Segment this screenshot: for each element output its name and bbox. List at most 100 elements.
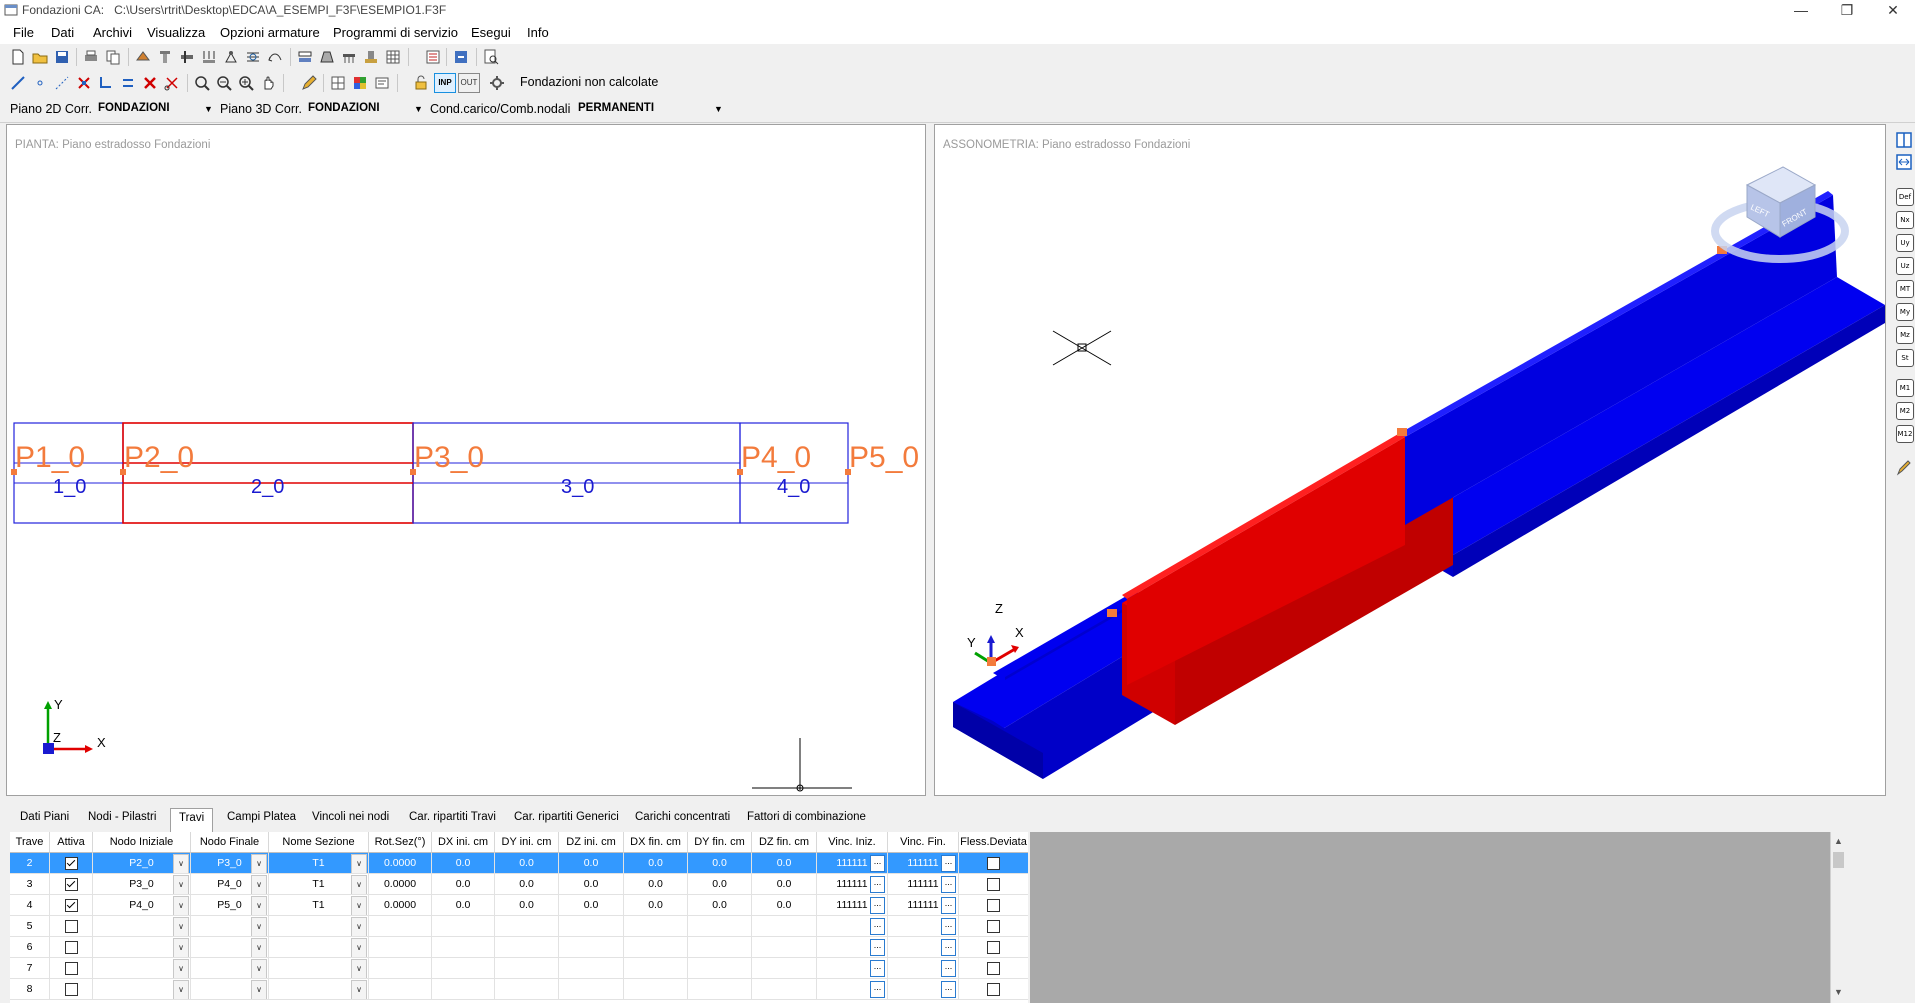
polyline-icon[interactable] (53, 74, 71, 92)
delete-node-icon[interactable] (75, 74, 93, 92)
diagram-nx-button[interactable]: Nx (1896, 211, 1914, 229)
col-header-dx-ini[interactable]: DX ini. cm (432, 832, 495, 853)
inp-button[interactable]: INP (434, 73, 456, 93)
load-condition-select[interactable]: PERMANENTI (578, 102, 654, 114)
ellipsis-button[interactable]: ... (941, 939, 956, 956)
diagram-m12-button[interactable]: M12 (1896, 425, 1914, 443)
cell-trave[interactable]: 6 (10, 937, 50, 958)
delete-icon[interactable] (141, 74, 159, 92)
tab-carichi-concentrati[interactable]: Carichi concentrati (635, 811, 730, 823)
cell-nodo_ini[interactable]: ∨ (93, 958, 191, 979)
zoom-window-icon[interactable] (193, 74, 211, 92)
cell-fd[interactable] (959, 937, 1028, 958)
cell-dxi[interactable] (432, 958, 495, 979)
chevron-down-icon[interactable]: ∨ (251, 938, 267, 957)
cell-trave[interactable]: 8 (10, 979, 50, 1000)
stiffness-icon[interactable] (244, 48, 262, 66)
fless-deviata-checkbox[interactable] (987, 940, 1000, 954)
load-dropdown-icon[interactable]: ▼ (714, 104, 723, 114)
section-icon[interactable] (296, 48, 314, 66)
minimize-button[interactable]: — (1778, 0, 1824, 22)
tab-dati-piani[interactable]: Dati Piani (20, 811, 69, 823)
col-header-nodo-iniziale[interactable]: Nodo Iniziale (93, 832, 191, 853)
cell-dzi[interactable]: 0.0 (559, 853, 624, 874)
menu-programmi-servizio[interactable]: Programmi di servizio (333, 25, 458, 40)
scroll-thumb[interactable] (1833, 852, 1844, 868)
plan-view[interactable]: PIANTA: Piano estradosso Fondazioni P1_0… (6, 124, 926, 796)
cell-fd[interactable] (959, 853, 1028, 874)
grid-view-icon[interactable] (329, 74, 347, 92)
diagram-st-button[interactable]: St (1896, 349, 1914, 367)
cell-dyf[interactable] (688, 937, 752, 958)
ellipsis-button[interactable]: ... (870, 855, 885, 872)
restore-button[interactable]: ❐ (1824, 0, 1870, 22)
cell-vf[interactable]: ... (888, 937, 959, 958)
cell-fd[interactable] (959, 895, 1028, 916)
cell-dzi[interactable]: 0.0 (559, 895, 624, 916)
zoom-out-icon[interactable] (215, 74, 233, 92)
col-header-fless-deviata[interactable]: Fless.Deviata (959, 832, 1028, 853)
soil-icon[interactable] (340, 48, 358, 66)
iso-view[interactable]: ASSONOMETRIA: Piano estradosso Fondazion… (934, 124, 1886, 796)
save-icon[interactable] (53, 48, 71, 66)
corner-icon[interactable] (97, 74, 115, 92)
copy-icon[interactable] (104, 48, 122, 66)
cell-dzi[interactable] (559, 937, 624, 958)
diagram-m1-button[interactable]: M1 (1896, 379, 1914, 397)
chevron-down-icon[interactable]: ∨ (173, 917, 189, 936)
attiva-checkbox[interactable] (64, 877, 78, 891)
preview-icon[interactable] (482, 48, 500, 66)
close-button[interactable]: ✕ (1870, 0, 1915, 22)
cell-dxi[interactable]: 0.0 (432, 853, 495, 874)
cell-dxf[interactable]: 0.0 (624, 895, 688, 916)
diagram-def-button[interactable]: Def (1896, 188, 1914, 206)
cell-rot[interactable]: 0.0000 (369, 853, 432, 874)
beam-input-icon[interactable] (178, 48, 196, 66)
cell-attiva[interactable] (50, 895, 93, 916)
attiva-checkbox[interactable] (64, 982, 78, 996)
diagram-mz-button[interactable]: Mz (1896, 326, 1914, 344)
cell-rot[interactable] (369, 916, 432, 937)
chevron-down-icon[interactable]: ∨ (351, 896, 367, 915)
menu-archivi[interactable]: Archivi (93, 25, 132, 40)
cell-dyf[interactable]: 0.0 (688, 874, 752, 895)
cell-dzf[interactable]: 0.0 (752, 874, 817, 895)
cell-nodo_fin[interactable]: P4_0 ∨ (191, 874, 269, 895)
fless-deviata-checkbox[interactable] (987, 961, 1000, 975)
draw-point-icon[interactable] (31, 74, 49, 92)
out-button[interactable]: OUT (458, 73, 480, 93)
pencil-icon[interactable] (300, 74, 318, 92)
tab-vincoli-nodi[interactable]: Vincoli nei nodi (312, 811, 389, 823)
cell-dxf[interactable] (624, 937, 688, 958)
cell-dyf[interactable] (688, 916, 752, 937)
col-header-trave[interactable]: Trave (10, 832, 50, 853)
cell-trave[interactable]: 5 (10, 916, 50, 937)
ellipsis-button[interactable]: ... (941, 897, 956, 914)
combination-icon[interactable] (266, 48, 284, 66)
cell-dzi[interactable] (559, 979, 624, 1000)
ellipsis-button[interactable]: ... (870, 939, 885, 956)
node-input-icon[interactable] (134, 48, 152, 66)
chevron-down-icon[interactable]: ∨ (173, 854, 189, 873)
chevron-down-icon[interactable]: ∨ (173, 959, 189, 978)
plane2d-dropdown-icon[interactable]: ▼ (204, 104, 213, 114)
ellipsis-button[interactable]: ... (941, 981, 956, 998)
col-header-nome-sezione[interactable]: Nome Sezione (269, 832, 369, 853)
cell-dyi[interactable]: 0.0 (495, 895, 559, 916)
chevron-down-icon[interactable]: ∨ (173, 875, 189, 894)
tab-car-ripartiti-travi[interactable]: Car. ripartiti Travi (409, 811, 496, 823)
chevron-down-icon[interactable]: ∨ (251, 959, 267, 978)
cell-trave[interactable]: 7 (10, 958, 50, 979)
cell-nodo_fin[interactable]: ∨ (191, 937, 269, 958)
fless-deviata-checkbox[interactable] (987, 877, 1000, 891)
plane3d-dropdown-icon[interactable]: ▼ (414, 104, 423, 114)
chevron-down-icon[interactable]: ∨ (251, 875, 267, 894)
ellipsis-button[interactable]: ... (870, 918, 885, 935)
cell-dxi[interactable] (432, 916, 495, 937)
cell-attiva[interactable] (50, 916, 93, 937)
fless-deviata-checkbox[interactable] (987, 982, 1000, 996)
cell-dxf[interactable]: 0.0 (624, 874, 688, 895)
table-icon[interactable] (384, 48, 402, 66)
ellipsis-button[interactable]: ... (870, 981, 885, 998)
calculate-gear-icon[interactable] (488, 74, 506, 92)
